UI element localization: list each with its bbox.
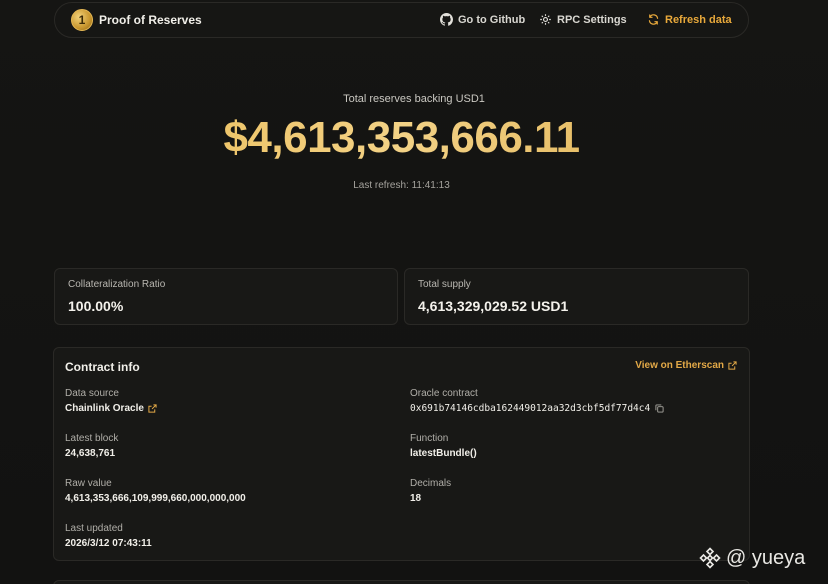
data-source-label: Data source [65,388,119,399]
function-label: Function [410,433,449,444]
decimals-value: 18 [410,493,422,504]
rpc-settings-label: RPC Settings [557,13,627,26]
data-source-field: Data source Chainlink Oracle [65,388,157,414]
next-card [53,580,750,584]
last-updated-label: Last updated [65,523,123,534]
contract-info-title: Contract info [65,360,140,374]
decimals-label: Decimals [410,478,452,489]
top-nav-bar: 1 Proof of Reserves Go to Github RPC Set… [54,2,749,38]
total-supply-label: Total supply [418,279,471,290]
last-refresh-text: Last refresh: 11:41:13 [353,180,450,191]
total-supply-card: Total supply 4,613,329,029.52 USD1 [404,268,749,325]
data-source-link[interactable]: Chainlink Oracle [65,403,157,414]
watermark-text: @ yueya [726,546,806,569]
function-field: Function latestBundle() [410,433,477,459]
reserves-label: Total reserves backing USD1 [343,93,485,105]
reserves-total-value: $4,613,353,666.11 [0,113,803,163]
total-supply-value: 4,613,329,029.52 USD1 [418,298,569,314]
latest-block-value: 24,638,761 [65,448,116,459]
data-source-value: Chainlink Oracle [65,403,144,414]
collateralization-card: Collateralization Ratio 100.00% [54,268,398,325]
brand-title[interactable]: Proof of Reserves [99,13,202,27]
oracle-contract-value: 0x691b74146cdba162449012aa32d3cbf5df77d4… [410,403,651,414]
refresh-data-button[interactable]: Refresh data [647,13,732,26]
raw-value-value: 4,613,353,666,109,999,660,000,000,000 [65,493,246,504]
last-updated-value: 2026/3/12 07:43:11 [65,538,152,549]
gear-icon [540,14,551,25]
collateralization-label: Collateralization Ratio [68,279,166,290]
raw-value-field: Raw value 4,613,353,666,109,999,660,000,… [65,478,246,504]
external-link-icon [728,361,737,370]
decimals-field: Decimals 18 [410,478,451,504]
oracle-contract-address: 0x691b74146cdba162449012aa32d3cbf5df77d4… [410,403,664,414]
logo-coin-icon[interactable]: 1 [71,9,93,31]
contract-info-card: Contract info View on Etherscan Data sou… [53,347,750,561]
oracle-contract-field: Oracle contract 0x691b74146cdba162449012… [410,388,664,414]
github-icon [440,13,453,26]
copy-icon[interactable] [655,404,664,413]
function-value: latestBundle() [410,448,477,459]
collateralization-value: 100.00% [68,298,124,314]
latest-block-field: Latest block 24,638,761 [65,433,118,459]
latest-block-label: Latest block [65,433,119,444]
rpc-settings-button[interactable]: RPC Settings [539,13,627,26]
raw-value-label: Raw value [65,478,112,489]
github-label: Go to Github [458,13,526,26]
binance-icon [699,547,721,569]
logo-glyph: 1 [78,13,86,27]
refresh-data-label: Refresh data [665,13,732,26]
etherscan-label: View on Etherscan [635,360,724,371]
external-link-icon [148,404,157,413]
last-updated-field: Last updated 2026/3/12 07:43:11 [65,523,152,549]
watermark: @ yueya [698,546,805,570]
oracle-contract-label: Oracle contract [410,388,478,399]
page: 1 Proof of Reserves Go to Github RPC Set… [0,0,828,584]
github-link[interactable]: Go to Github [440,13,525,26]
refresh-icon [648,14,659,25]
view-on-etherscan-link[interactable]: View on Etherscan [635,360,737,371]
